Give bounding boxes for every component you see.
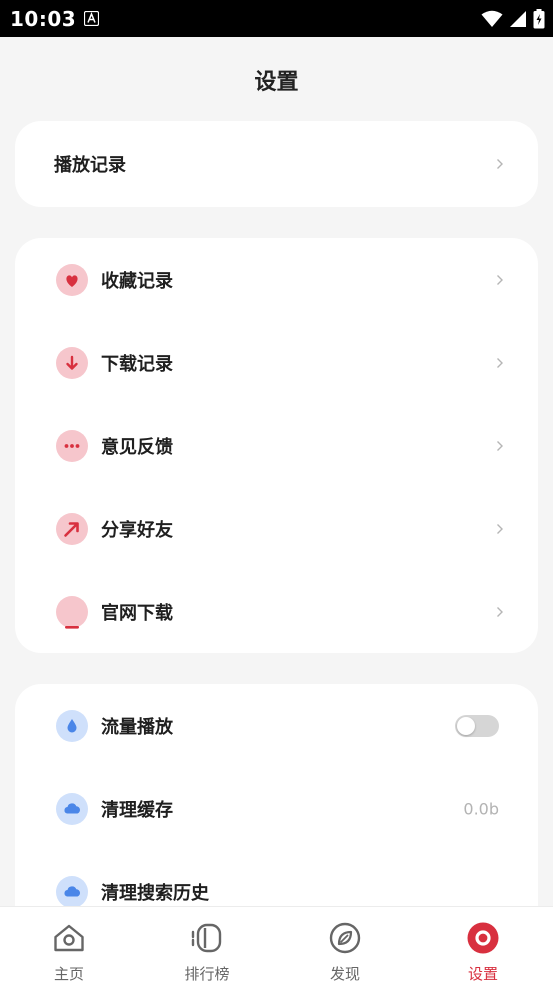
chevron-right-icon [497,523,503,534]
chevron-right-icon [497,440,503,451]
chevron-right-icon [497,274,503,285]
website-icon [56,595,88,629]
settings-card: 流量播放 清理缓存 0.0b 清理搜索历史 [15,684,538,944]
cloud-icon [56,875,88,908]
discover-compass-icon [329,922,361,954]
cache-size-value: 0.0b [463,799,499,818]
status-icons [481,9,545,29]
chevron-right-icon [497,357,503,368]
tab-discover[interactable]: 发现 [276,907,414,984]
play-history-row[interactable]: 播放记录 [15,122,538,205]
setting-label: 清理搜索历史 [101,882,209,904]
signal-icon [510,11,526,27]
wifi-icon [481,10,503,27]
menu-item-feedback[interactable]: 意见反馈 [15,404,538,487]
chevron-right-icon [497,606,503,617]
bottom-tab-bar: 主页 排行榜 发现 设置 [0,906,553,984]
heart-icon [56,263,88,296]
tab-label: 主页 [53,965,84,983]
setting-clear-cache[interactable]: 清理缓存 0.0b [15,767,538,850]
tab-home[interactable]: 主页 [0,907,138,984]
tab-settings[interactable]: 设置 [414,907,552,984]
chevron-right-icon [497,158,503,169]
home-icon [54,924,84,952]
tab-ranking[interactable]: 排行榜 [138,907,276,984]
cloud-icon [56,792,88,825]
tab-label: 排行榜 [184,965,230,983]
toggle-knob [457,716,475,735]
download-arrow-icon [56,346,88,379]
mobile-data-toggle[interactable] [455,714,499,737]
feedback-chat-icon [56,429,88,462]
status-time: 10:03 [10,7,77,31]
menu-item-downloads[interactable]: 下载记录 [15,321,538,404]
share-arrow-icon [56,512,88,545]
tab-label: 设置 [467,965,498,983]
setting-mobile-data-play: 流量播放 [15,684,538,767]
menu-item-website[interactable]: 官网下载 [15,570,538,653]
menu-item-favorites[interactable]: 收藏记录 [15,238,538,321]
water-drop-icon [56,709,88,742]
play-history-label: 播放记录 [54,154,126,176]
menu-item-label: 官网下载 [101,602,173,624]
menu-item-label: 收藏记录 [101,270,173,292]
menu-item-share[interactable]: 分享好友 [15,487,538,570]
menu-item-label: 分享好友 [101,519,173,541]
menu-item-label: 意见反馈 [101,436,173,458]
battery-icon [533,9,545,29]
setting-label: 清理缓存 [101,799,173,821]
main-menu-card: 收藏记录 下载记录 意见反馈 分享好友 官网下载 [15,238,538,653]
play-history-card: 播放记录 [15,121,538,207]
settings-icon [467,922,499,954]
tab-label: 发现 [329,965,360,983]
ranking-icon [191,923,222,953]
status-bar: 10:03 [0,0,553,37]
notification-a-icon [84,11,99,26]
page-title: 设置 [254,70,299,95]
setting-label: 流量播放 [101,716,173,738]
menu-item-label: 下载记录 [101,353,173,375]
